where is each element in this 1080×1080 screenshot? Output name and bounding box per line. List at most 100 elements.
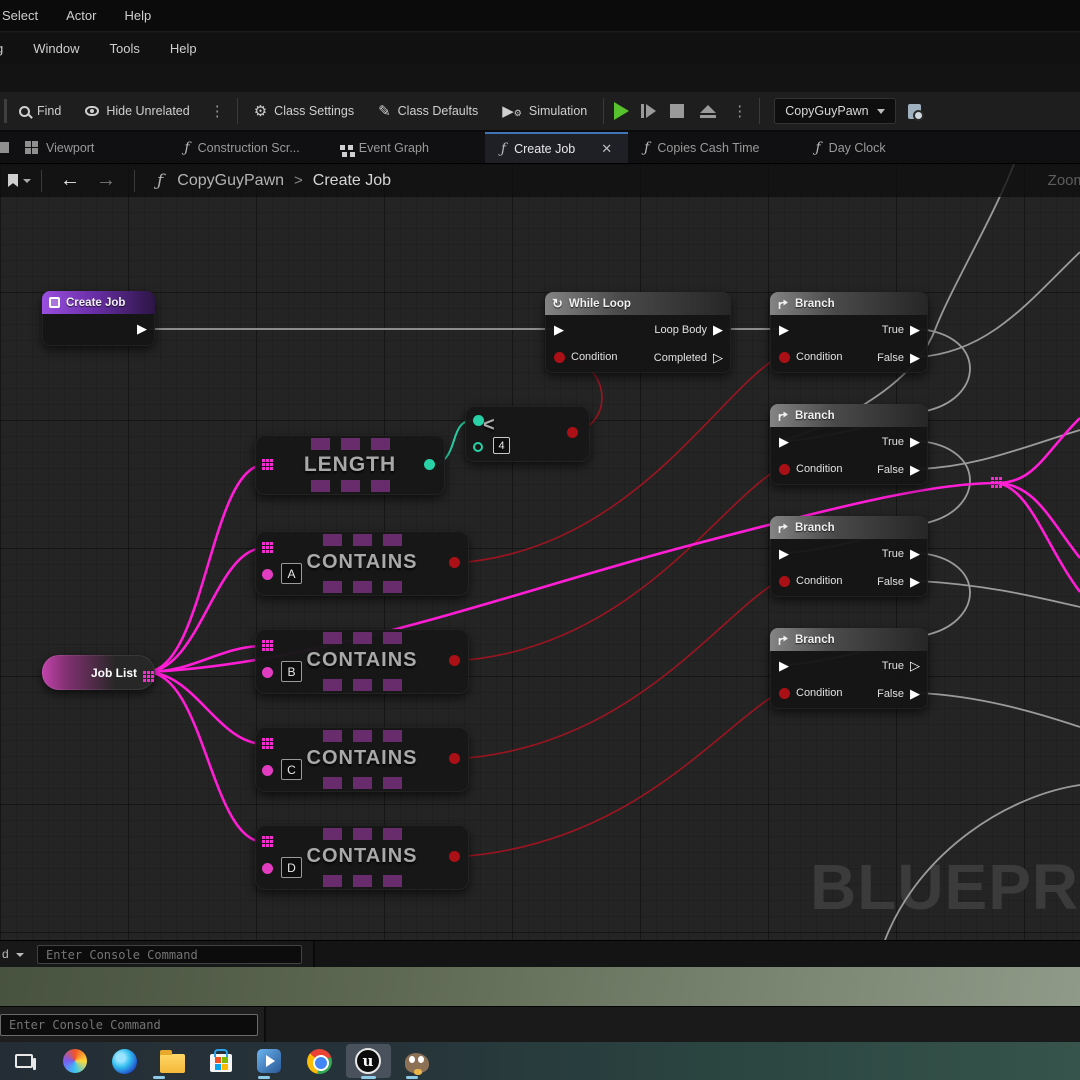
find-button[interactable]: Find [7,92,73,130]
node-branch-1[interactable]: Branch ▶ True▶ Condition False▶ [770,292,928,373]
array-in-pin[interactable] [262,459,265,462]
node-branch-2[interactable]: Branch ▶ True▶ Condition False▶ [770,404,928,485]
array-in-pin[interactable] [262,640,265,643]
node-job-list[interactable]: Job List [42,655,155,690]
int-out-pin[interactable] [424,459,435,470]
hide-unrelated-options-icon[interactable]: ⋮ [202,102,233,120]
value-input[interactable]: 4 [493,437,510,454]
string-value-input[interactable]: A [281,563,302,584]
node-contains-a[interactable]: CONTAINS A [255,531,469,596]
tab-create-job[interactable]: ƒ Create Job ✕ [485,132,628,163]
bool-out-pin[interactable] [449,557,460,568]
frame-skip-button[interactable] [641,104,656,118]
condition-pin[interactable]: Condition [779,351,842,363]
debug-object-dropdown[interactable]: CopyGuyPawn [774,98,895,124]
node-contains-c[interactable]: CONTAINS C [255,727,469,792]
string-value-input[interactable]: B [281,661,302,682]
chrome-icon[interactable] [305,1047,333,1075]
int-in-pin-a[interactable] [473,415,484,426]
bool-out-pin[interactable] [449,851,460,862]
string-in-pin[interactable] [262,667,273,678]
node-length[interactable]: LENGTH [255,435,445,495]
close-icon[interactable]: ✕ [601,141,612,157]
true-pin[interactable]: True▶ [882,323,920,336]
menu-window[interactable]: Window [33,41,79,56]
play-options-icon[interactable]: ⋮ [724,102,755,120]
node-contains-b[interactable]: CONTAINS B [255,629,469,694]
tab-day-clock[interactable]: ƒ Day Clock [799,132,901,163]
tab-construction-script[interactable]: ƒ Construction Scr... [168,132,315,163]
copilot-icon[interactable] [61,1047,89,1075]
breadcrumb-class[interactable]: CopyGuyPawn [177,172,284,190]
task-view-icon[interactable] [10,1047,38,1075]
node-branch-4[interactable]: Branch ▶ True▷ Condition False▶ [770,628,928,709]
string-value-input[interactable]: C [281,759,302,780]
node-while-loop[interactable]: ↻ While Loop ▶ Loop Body▶ Condition Comp… [545,292,731,373]
true-pin[interactable]: True▷ [882,659,920,672]
file-explorer-icon[interactable] [158,1047,186,1075]
string-in-pin[interactable] [262,863,273,874]
false-pin[interactable]: False▶ [877,463,920,476]
simulation-button[interactable]: ▶⚙ Simulation [490,92,599,130]
exec-in-pin[interactable]: ▶ [779,659,789,672]
bool-out-pin[interactable] [449,655,460,666]
false-pin[interactable]: False▶ [877,351,920,364]
condition-pin[interactable]: Condition [554,351,617,363]
bookmark-icon[interactable] [8,174,18,187]
hide-unrelated-button[interactable]: Hide Unrelated [73,92,201,130]
forward-button[interactable]: → [88,169,124,192]
false-pin[interactable]: False▶ [877,575,920,588]
string-in-pin[interactable] [262,569,273,580]
bool-out-pin[interactable] [567,427,578,438]
class-settings-button[interactable]: ⚙ Class Settings [242,92,366,130]
menu-help[interactable]: Help [170,41,197,56]
array-in-pin[interactable] [262,836,265,839]
menu-tools[interactable]: Tools [109,41,139,56]
exec-in-pin[interactable]: ▶ [554,323,564,336]
completed-pin[interactable]: Completed▷ [654,351,723,364]
menu-actor[interactable]: Actor [66,8,96,23]
blueprint-graph-canvas[interactable]: BLUEPRINT [0,164,1080,940]
back-button[interactable]: ← [52,169,88,192]
node-contains-d[interactable]: CONTAINS D [255,825,469,890]
browse-debug-object-icon[interactable] [908,104,921,119]
array-in-pin[interactable] [262,542,265,545]
node-branch-3[interactable]: Branch ▶ True▶ Condition False▶ [770,516,928,597]
menu-cut-item[interactable]: g [0,41,3,56]
condition-pin[interactable]: Condition [779,687,842,699]
node-create-job[interactable]: Create Job ▶ [42,291,155,346]
tab-event-graph[interactable]: Event Graph [324,132,445,163]
eject-button[interactable] [700,105,716,118]
play-button[interactable] [614,102,629,120]
reroute-node[interactable] [991,477,994,480]
edge-icon[interactable] [110,1047,138,1075]
true-pin[interactable]: True▶ [882,547,920,560]
tab-viewport[interactable]: Viewport [9,132,110,163]
condition-pin[interactable]: Condition [779,575,842,587]
console-filter-label[interactable]: d [2,947,9,961]
microsoft-store-icon[interactable] [207,1047,235,1075]
exec-in-pin[interactable]: ▶ [779,547,789,560]
menu-select[interactable]: Select [2,8,38,23]
console-command-input[interactable] [37,945,302,964]
array-in-pin[interactable] [262,738,265,741]
string-in-pin[interactable] [262,765,273,776]
bool-out-pin[interactable] [449,753,460,764]
exec-in-pin[interactable]: ▶ [779,323,789,336]
menu-help-top[interactable]: Help [124,8,151,23]
exec-out-pin[interactable]: ▶ [137,322,147,335]
console-command-input-2[interactable] [0,1014,258,1036]
exec-in-pin[interactable]: ▶ [779,435,789,448]
breadcrumb-function[interactable]: Create Job [313,172,391,190]
array-out-pin[interactable] [143,671,146,674]
condition-pin[interactable]: Condition [779,463,842,475]
stop-button[interactable] [670,104,684,118]
unreal-engine-icon[interactable]: u [354,1047,382,1075]
tab-copies-cash-time[interactable]: ƒ Copies Cash Time [628,132,775,163]
loop-body-pin[interactable]: Loop Body▶ [654,323,723,336]
class-defaults-button[interactable]: ✎ Class Defaults [366,92,490,130]
node-less-than[interactable]: < 4 [465,406,590,462]
false-pin[interactable]: False▶ [877,687,920,700]
int-in-pin-b[interactable] [473,442,483,452]
chevron-down-icon[interactable] [16,953,24,957]
